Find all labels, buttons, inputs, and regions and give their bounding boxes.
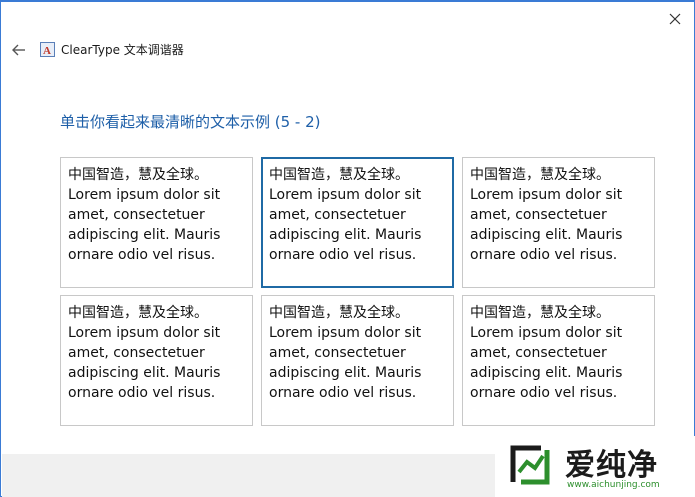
text-sample-3[interactable]: 中国智造，慧及全球。 Lorem ipsum dolor sit amet, c… [462, 157, 655, 288]
text-sample-4[interactable]: 中国智造，慧及全球。 Lorem ipsum dolor sit amet, c… [60, 295, 253, 426]
sample-text: 中国智造，慧及全球。 Lorem ipsum dolor sit amet, c… [68, 167, 221, 263]
back-arrow-icon [12, 44, 25, 56]
sample-text: 中国智造，慧及全球。 Lorem ipsum dolor sit amet, c… [470, 305, 623, 401]
instruction-heading: 单击你看起来最清晰的文本示例 (5 - 2) [60, 113, 321, 131]
watermark-url: www.aichunjing.com [567, 480, 660, 490]
sample-text: 中国智造，慧及全球。 Lorem ipsum dolor sit amet, c… [269, 167, 422, 263]
sample-text: 中国智造，慧及全球。 Lorem ipsum dolor sit amet, c… [68, 305, 221, 401]
close-icon [669, 13, 681, 25]
svg-text:A: A [43, 45, 51, 57]
close-button[interactable] [666, 10, 684, 28]
sample-text: 中国智造，慧及全球。 Lorem ipsum dolor sit amet, c… [470, 167, 623, 263]
window-title: ClearType 文本调谐器 [61, 43, 184, 57]
cleartype-window: A ClearType 文本调谐器 单击你看起来最清晰的文本示例 (5 - 2)… [0, 0, 695, 497]
text-sample-2[interactable]: 中国智造，慧及全球。 Lorem ipsum dolor sit amet, c… [261, 157, 454, 288]
text-sample-6[interactable]: 中国智造，慧及全球。 Lorem ipsum dolor sit amet, c… [462, 295, 655, 426]
watermark-logo-icon [510, 445, 550, 485]
sample-grid: 中国智造，慧及全球。 Lorem ipsum dolor sit amet, c… [60, 157, 656, 426]
text-sample-1[interactable]: 中国智造，慧及全球。 Lorem ipsum dolor sit amet, c… [60, 157, 253, 288]
watermark-brand: 爱纯净 [565, 448, 658, 483]
cleartype-app-icon: A [40, 42, 55, 57]
back-button[interactable] [11, 42, 27, 58]
sample-text: 中国智造，慧及全球。 Lorem ipsum dolor sit amet, c… [269, 305, 422, 401]
watermark: 爱纯净 www.aichunjing.com [495, 436, 695, 497]
text-sample-5[interactable]: 中国智造，慧及全球。 Lorem ipsum dolor sit amet, c… [261, 295, 454, 426]
